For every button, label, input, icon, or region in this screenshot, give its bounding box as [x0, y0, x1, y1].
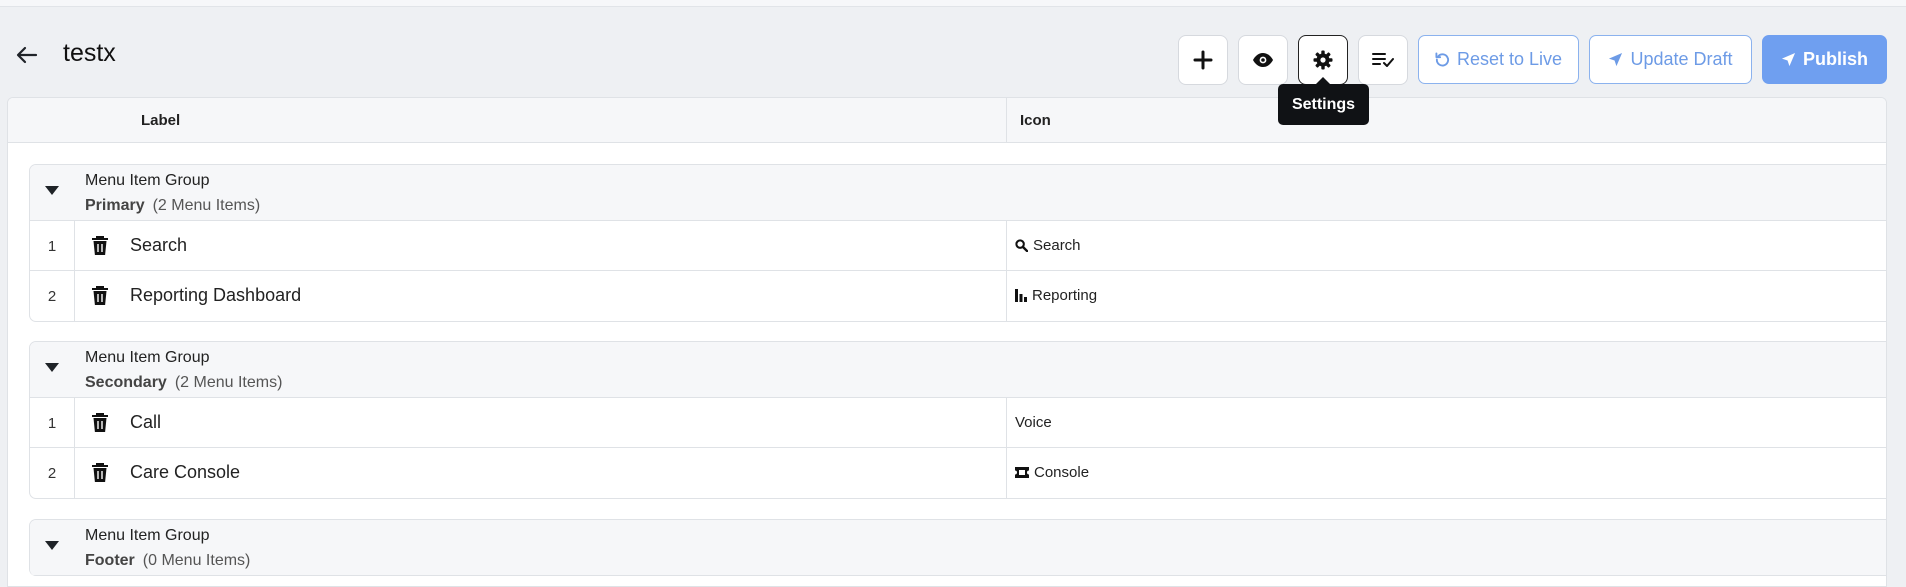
group-count: (0 Menu Items) [142, 552, 251, 569]
gear-icon [1313, 50, 1333, 70]
column-divider [1006, 448, 1007, 498]
row-number: 2 [30, 271, 75, 321]
back-button[interactable] [12, 40, 42, 70]
group-title: Menu Item Group [85, 349, 210, 366]
ticket-icon [1015, 467, 1029, 478]
icon-name: Reporting [1032, 287, 1098, 304]
bar-chart-icon [1015, 289, 1027, 302]
column-divider [1006, 98, 1007, 143]
column-header-label: Label [141, 112, 181, 129]
trash-icon[interactable] [91, 463, 109, 483]
icon-name: Voice [1015, 414, 1052, 431]
reset-to-live-button[interactable]: Reset to Live [1418, 35, 1579, 84]
row-label[interactable]: Reporting Dashboard [130, 285, 301, 306]
column-divider [1006, 221, 1007, 271]
icon-name: Console [1034, 464, 1090, 481]
page-title: testx [63, 39, 116, 67]
caret-down-icon[interactable] [45, 186, 59, 195]
group-header[interactable]: Menu Item Group Footer (0 Menu Items) [30, 520, 1886, 576]
trash-icon[interactable] [91, 236, 109, 256]
menu-items-table: Label Icon Menu Item Group Primary (2 Men… [7, 97, 1887, 587]
row-number: 1 [30, 398, 75, 448]
caret-down-icon[interactable] [45, 541, 59, 550]
group-count: (2 Menu Items) [152, 197, 261, 214]
column-divider [1006, 271, 1007, 321]
column-header-icon: Icon [1020, 112, 1051, 129]
update-draft-label: Update Draft [1630, 49, 1733, 69]
search-icon [1015, 239, 1028, 252]
add-button[interactable] [1178, 35, 1228, 85]
publish-label: Publish [1802, 49, 1868, 69]
group-subtitle: Primary (2 Menu Items) [85, 197, 260, 215]
table-row[interactable]: 1 Call Voice [30, 398, 1886, 448]
column-divider [1006, 398, 1007, 448]
group-name: Secondary [85, 374, 167, 391]
trash-icon[interactable] [91, 413, 109, 433]
settings-tooltip: Settings [1278, 77, 1369, 125]
table-row[interactable]: 2 Care Console Console [30, 448, 1886, 498]
trash-icon[interactable] [91, 286, 109, 306]
review-list-button[interactable] [1358, 35, 1408, 85]
group-header[interactable]: Menu Item Group Secondary (2 Menu Items) [30, 342, 1886, 398]
page-header: testx Reset to Live Update Draft Publish [0, 7, 1906, 97]
send-icon [1609, 52, 1623, 67]
group-title: Menu Item Group [85, 172, 210, 189]
menu-item-group-footer: Menu Item Group Footer (0 Menu Items) [29, 519, 1886, 576]
arrow-left-icon [16, 46, 38, 64]
menu-item-group-secondary: Menu Item Group Secondary (2 Menu Items) … [29, 341, 1886, 499]
plus-icon [1193, 50, 1213, 70]
reset-label: Reset to Live [1456, 49, 1563, 69]
icon-name: Search [1033, 237, 1081, 254]
row-number: 2 [30, 448, 75, 498]
group-name: Footer [85, 552, 135, 569]
row-icon-cell[interactable]: Voice [1015, 414, 1052, 431]
table-header: Label Icon [8, 98, 1886, 143]
reset-icon [1435, 52, 1449, 67]
row-label[interactable]: Care Console [130, 462, 240, 483]
group-header[interactable]: Menu Item Group Primary (2 Menu Items) [30, 165, 1886, 221]
table-row[interactable]: 2 Reporting Dashboard Reporting [30, 271, 1886, 321]
row-number: 1 [30, 221, 75, 271]
list-check-icon [1372, 53, 1394, 67]
group-name: Primary [85, 197, 145, 214]
row-label[interactable]: Search [130, 235, 187, 256]
table-row[interactable]: 1 Search Search [30, 221, 1886, 271]
row-icon-cell[interactable]: Search [1015, 237, 1081, 254]
send-icon [1781, 52, 1796, 67]
top-strip [0, 0, 1906, 7]
eye-icon [1253, 53, 1273, 67]
caret-down-icon[interactable] [45, 363, 59, 372]
group-count: (2 Menu Items) [174, 374, 283, 391]
preview-button[interactable] [1238, 35, 1288, 85]
menu-item-group-primary: Menu Item Group Primary (2 Menu Items) 1 … [29, 164, 1886, 322]
group-subtitle: Secondary (2 Menu Items) [85, 374, 282, 392]
update-draft-button[interactable]: Update Draft [1589, 35, 1752, 84]
row-icon-cell[interactable]: Console [1015, 464, 1089, 481]
row-label[interactable]: Call [130, 412, 161, 433]
group-title: Menu Item Group [85, 527, 210, 544]
row-icon-cell[interactable]: Reporting [1015, 287, 1097, 304]
group-subtitle: Footer (0 Menu Items) [85, 552, 250, 570]
publish-button[interactable]: Publish [1762, 35, 1887, 84]
